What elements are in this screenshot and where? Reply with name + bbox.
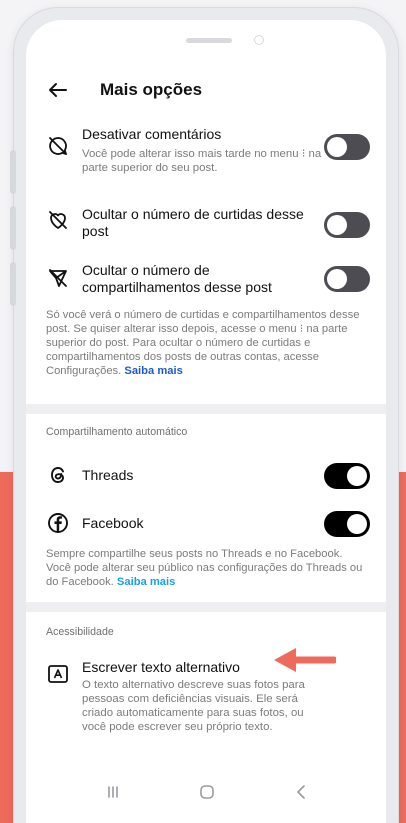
setting-row-disable-comments: Desativar comentários Você pode alterar … bbox=[26, 124, 386, 184]
auto-share-label: Facebook bbox=[82, 515, 144, 531]
back-arrow-icon[interactable] bbox=[44, 76, 72, 104]
setting-subtitle: Você pode alterar isso mais tarde no men… bbox=[82, 148, 322, 174]
auto-share-label: Threads bbox=[82, 467, 134, 483]
hide-likes-toggle[interactable] bbox=[324, 212, 370, 238]
phone-side-button bbox=[10, 262, 16, 306]
recent-apps-icon[interactable] bbox=[98, 778, 128, 806]
hide-shares-toggle[interactable] bbox=[324, 266, 370, 292]
heart-off-icon bbox=[49, 211, 67, 229]
phone-side-button bbox=[10, 150, 16, 194]
toggle-knob bbox=[347, 514, 367, 534]
visibility-note: Só você verá o número de curtidas e comp… bbox=[46, 308, 368, 378]
home-icon[interactable] bbox=[192, 778, 222, 806]
learn-more-link[interactable]: Saiba mais bbox=[124, 365, 182, 377]
auto-share-note-text: Sempre compartilhe seus posts no Threads… bbox=[46, 548, 363, 588]
speaker-grille bbox=[186, 38, 232, 43]
share-off-icon bbox=[49, 269, 67, 287]
visibility-note-text: Só você verá o número de curtidas e comp… bbox=[46, 309, 360, 377]
phone-screen: Mais opções Desativar comentários Você p… bbox=[26, 20, 386, 823]
setting-title: Desativar comentários bbox=[82, 126, 222, 142]
setting-row-hide-likes: Ocultar o número de curtidas desse post bbox=[26, 204, 386, 244]
header: Mais opções bbox=[26, 72, 386, 112]
auto-share-row-threads: Threads bbox=[26, 460, 386, 490]
comment-off-icon bbox=[49, 137, 67, 155]
toggle-knob bbox=[327, 137, 347, 157]
section-divider bbox=[26, 404, 386, 414]
facebook-icon bbox=[48, 513, 68, 533]
section-label-auto-share: Compartilhamento automático bbox=[46, 426, 188, 438]
threads-toggle[interactable] bbox=[324, 463, 370, 489]
disable-comments-toggle[interactable] bbox=[324, 134, 370, 160]
threads-icon bbox=[51, 467, 64, 483]
facebook-toggle[interactable] bbox=[324, 511, 370, 537]
learn-more-link[interactable]: Saiba mais bbox=[117, 576, 175, 588]
toggle-knob bbox=[347, 466, 367, 486]
alt-text-icon bbox=[48, 665, 68, 683]
toggle-knob bbox=[327, 269, 347, 289]
setting-title: Ocultar o número de curtidas desse post bbox=[82, 206, 304, 239]
front-camera bbox=[254, 35, 264, 45]
toggle-knob bbox=[327, 215, 347, 235]
auto-share-note: Sempre compartilhe seus posts no Threads… bbox=[46, 547, 368, 589]
auto-share-row-facebook: Facebook bbox=[26, 508, 386, 538]
page-title: Mais opções bbox=[100, 80, 203, 99]
section-divider bbox=[26, 602, 386, 612]
back-nav-icon[interactable] bbox=[286, 778, 316, 806]
setting-title: Ocultar o número de compartilhamentos de… bbox=[82, 262, 272, 295]
setting-row-hide-shares: Ocultar o número de compartilhamentos de… bbox=[26, 260, 386, 300]
annotation-arrow-icon bbox=[274, 648, 336, 672]
alt-text-subtitle: O texto alternativo descreve suas fotos … bbox=[82, 679, 305, 733]
system-nav-bar bbox=[26, 772, 386, 812]
phone-side-button bbox=[10, 206, 16, 250]
section-label-accessibility: Acessibilidade bbox=[46, 626, 114, 638]
